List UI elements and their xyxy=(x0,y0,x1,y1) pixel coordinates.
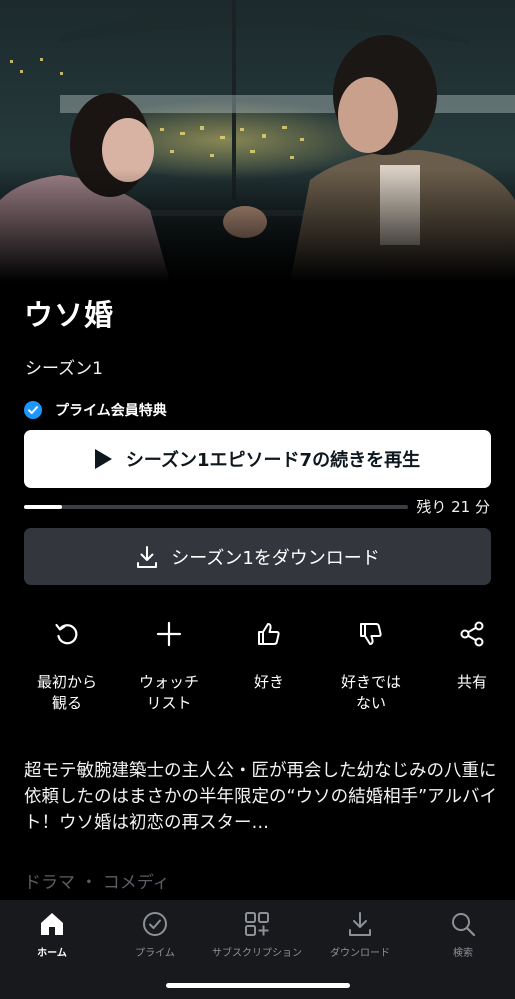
hero-image xyxy=(0,0,515,282)
prime-badge-label: プライム会員特典 xyxy=(55,403,167,419)
season-selector[interactable]: シーズン1 xyxy=(25,354,103,379)
share-icon xyxy=(460,621,484,647)
tab-prime-label: プライム xyxy=(135,948,175,959)
genres: ドラマ ・ コメディ xyxy=(24,873,170,893)
tab-downloads-label: ダウンロード xyxy=(330,948,390,959)
download-icon xyxy=(137,545,158,568)
download-icon xyxy=(349,912,371,936)
thumbs-down-icon xyxy=(360,623,382,645)
tab-home-label: ホーム xyxy=(37,948,67,959)
watchlist-button[interactable]: ウォッチ リスト xyxy=(121,618,217,714)
watch-progress-bar xyxy=(24,505,408,509)
thumbs-up-icon xyxy=(258,623,280,645)
restart-icon xyxy=(55,623,78,645)
tab-subscriptions-label: サブスクリプション xyxy=(212,948,302,959)
tab-search-label: 検索 xyxy=(453,948,473,959)
prime-badge: プライム会員特典 xyxy=(24,400,167,420)
restart-label: 最初から 観る xyxy=(36,673,97,712)
like-label: 好き xyxy=(253,673,284,691)
resume-play-button[interactable]: シーズン1エピソード7の続きを再生 xyxy=(24,430,491,488)
prime-check-icon xyxy=(143,912,167,936)
home-icon xyxy=(41,913,63,935)
share-label: 共有 xyxy=(456,673,487,691)
dislike-button[interactable]: 好きでは ない xyxy=(323,618,419,714)
restart-button[interactable]: 最初から 観る xyxy=(19,618,115,714)
download-season-label: シーズン1をダウンロード xyxy=(171,547,380,569)
like-button[interactable]: 好き xyxy=(221,618,317,693)
home-indicator[interactable] xyxy=(166,983,350,988)
page-title: ウソ婚 xyxy=(24,298,115,332)
watch-progress-fill xyxy=(24,505,63,509)
time-remaining: 残り 21 分 xyxy=(416,498,490,516)
tab-prime[interactable]: プライム xyxy=(103,908,207,959)
tab-downloads[interactable]: ダウンロード xyxy=(308,908,412,959)
dislike-label: 好きでは ない xyxy=(340,673,401,712)
play-icon xyxy=(94,449,112,469)
search-icon xyxy=(452,913,476,937)
prime-check-icon xyxy=(24,401,42,419)
subscriptions-icon xyxy=(245,912,269,936)
resume-play-label: シーズン1エピソード7の続きを再生 xyxy=(125,450,421,471)
watchlist-label: ウォッチ リスト xyxy=(138,673,199,712)
plus-icon xyxy=(156,621,182,647)
tab-home[interactable]: ホーム xyxy=(0,908,104,959)
tab-search[interactable]: 検索 xyxy=(411,908,515,959)
share-button[interactable]: 共有 xyxy=(424,618,515,693)
tab-subscriptions[interactable]: サブスクリプション xyxy=(205,908,309,959)
synopsis[interactable]: 超モテ敏腕建築士の主人公・匠が再会した幼なじみの八重に依頼したのはまさかの半年限… xyxy=(24,758,499,836)
download-season-button[interactable]: シーズン1をダウンロード xyxy=(24,528,491,585)
